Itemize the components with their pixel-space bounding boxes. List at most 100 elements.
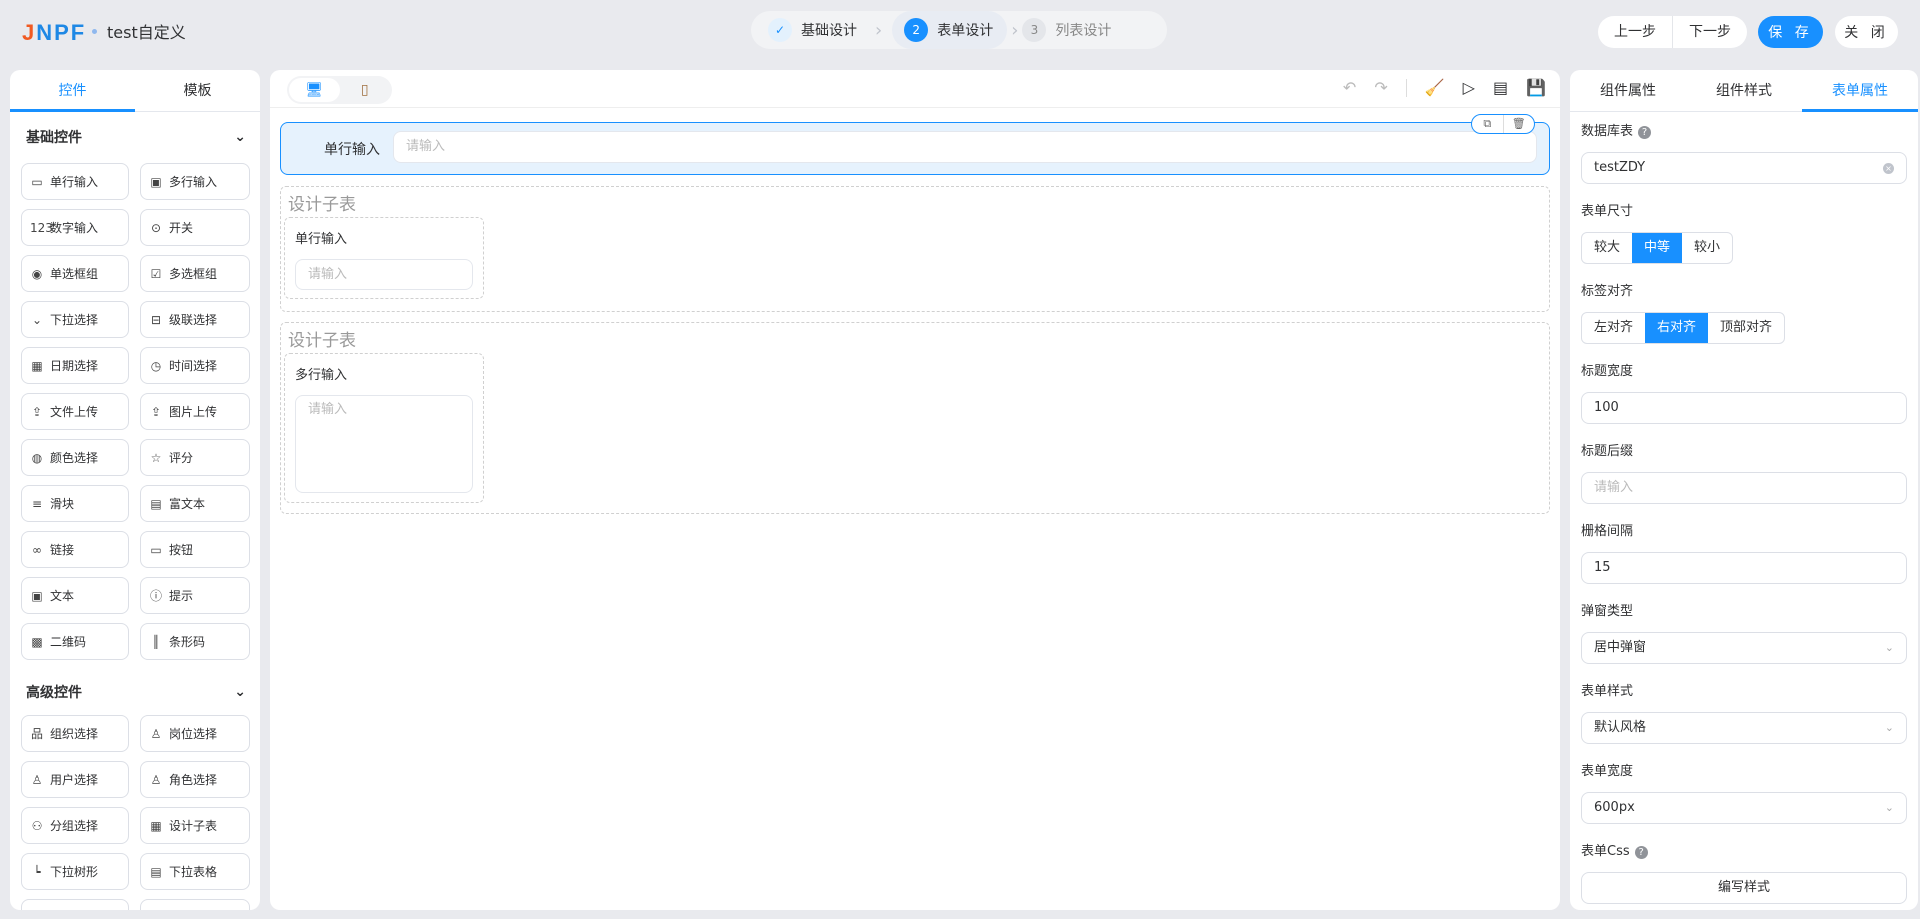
form-style-select[interactable]: 默认风格 ⌄ (1581, 712, 1907, 744)
field-label: 表单Css (1581, 844, 1630, 859)
component-icon: ◉ (31, 266, 43, 281)
component-label: 分组选择 (50, 819, 99, 833)
component-icon: ┕ (33, 864, 41, 879)
text-input[interactable]: 请输入 (295, 259, 473, 290)
component-item[interactable]: ◷ 时间选择 (140, 347, 250, 384)
component-item[interactable]: ▭ 按钮 (140, 531, 250, 568)
delete-icon[interactable]: 🗑 (1502, 115, 1535, 133)
component-label: 颜色选择 (50, 451, 99, 465)
align-right[interactable]: 右对齐 (1645, 313, 1709, 343)
text-input[interactable]: 请输入 (393, 131, 1537, 163)
copy-icon[interactable]: ⧉ (1472, 115, 1503, 133)
gutter-input[interactable]: 15 (1581, 552, 1907, 584)
component-item[interactable]: ▤ 富文本 (140, 485, 250, 522)
component-label: 文本 (50, 589, 75, 603)
component-panel: 控件 模板 基础控件 ⌄ ▭ 单行输入 ▣ 多行输入 123 数字输入 ⊙ 开关 ◉ 单选框组 ☑ 多选… (10, 70, 260, 910)
device-toggle: 🖥 ▯ (287, 76, 392, 104)
tab-component-style[interactable]: 组件样式 (1686, 70, 1802, 111)
separator-dot (92, 29, 97, 34)
component-label: 日期选择 (50, 359, 99, 373)
component-item[interactable]: ▣ 文本 (21, 577, 129, 614)
redo-icon[interactable]: ↷ (1374, 78, 1387, 97)
component-item[interactable]: ⊙ 开关 (140, 209, 250, 246)
size-large[interactable]: 较大 (1582, 233, 1632, 263)
ai-form-icon[interactable]: ▤ (1493, 78, 1508, 97)
save-export-icon[interactable]: 💾 (1526, 78, 1546, 97)
component-item[interactable]: ⊟ 级联选择 (140, 301, 250, 338)
component-item[interactable]: ▦ 设计子表 (140, 807, 250, 844)
component-item[interactable]: ▦ 日期选择 (21, 347, 129, 384)
align-top[interactable]: 顶部对齐 (1708, 313, 1784, 343)
popup-type-select[interactable]: 居中弹窗 ⌄ (1581, 632, 1907, 664)
align-left[interactable]: 左对齐 (1582, 313, 1645, 343)
form-size-group: 较大 中等 较小 (1581, 232, 1734, 264)
component-item[interactable]: ♙ 岗位选择 (140, 715, 250, 752)
advanced-section-header[interactable]: 高级控件 ⌄ (10, 681, 260, 703)
prev-step-button[interactable]: 上一步 (1598, 16, 1672, 48)
label-width-input[interactable]: 100 (1581, 392, 1907, 424)
component-item[interactable]: ☑ 多选框组 (140, 255, 250, 292)
next-step-button[interactable]: 下一步 (1672, 16, 1747, 48)
undo-icon[interactable]: ↶ (1343, 78, 1356, 97)
component-item[interactable]: ⓘ 提示 (140, 577, 250, 614)
subtable-field[interactable]: 多行输入 请输入 (284, 353, 484, 503)
component-item[interactable]: ⚲省市区域 (140, 899, 250, 910)
size-small[interactable]: 较小 (1682, 233, 1732, 263)
component-label: 滑块 (50, 497, 75, 511)
form-width-select[interactable]: 600px ⌄ (1581, 792, 1907, 824)
help-icon[interactable]: ? (1638, 125, 1652, 139)
preview-play-icon[interactable]: ▷ (1463, 78, 1475, 97)
component-label: 下拉选择 (50, 313, 99, 327)
step-list-design[interactable]: 3 列表设计 (1022, 11, 1125, 49)
clear-brush-icon[interactable]: 🧹 (1425, 78, 1445, 97)
basic-section-header[interactable]: 基础控件 ⌄ (10, 126, 260, 148)
component-item[interactable]: ◉ 单选框组 (21, 255, 129, 292)
textarea-input[interactable]: 请输入 (295, 395, 473, 493)
component-item[interactable]: ◍ 颜色选择 (21, 439, 129, 476)
tab-form-props[interactable]: 表单属性 (1802, 70, 1918, 112)
selected-field-row[interactable]: 单行输入 请输入 ⧉ 🗑 (280, 114, 1550, 175)
subtable-field[interactable]: 单行输入 请输入 (284, 217, 484, 299)
step-label: 基础设计 (801, 23, 857, 39)
component-item[interactable]: ⇪ 图片上传 (140, 393, 250, 430)
component-item[interactable]: ⇪ 文件上传 (21, 393, 129, 430)
component-icon: ▦ (31, 358, 43, 373)
component-item[interactable]: 品组织选择 (21, 715, 129, 752)
database-table-input[interactable]: testZDY × (1581, 152, 1907, 184)
close-button[interactable]: 关 闭 (1835, 16, 1898, 48)
component-icon: 123 (30, 220, 53, 235)
save-button[interactable]: 保 存 (1758, 16, 1823, 48)
tab-components[interactable]: 控件 (10, 70, 135, 112)
size-medium[interactable]: 中等 (1632, 233, 1683, 263)
help-icon[interactable]: ? (1634, 845, 1648, 859)
component-item[interactable]: ∞ 链接 (21, 531, 129, 568)
step-label: 列表设计 (1055, 23, 1112, 39)
edit-css-button[interactable]: 编写样式 (1581, 872, 1907, 904)
component-item[interactable]: ▣弹窗选择 (21, 899, 129, 910)
component-item[interactable]: 123 数字输入 (21, 209, 129, 246)
component-item[interactable]: ║ 条形码 (140, 623, 250, 660)
subtable[interactable]: 设计子表 多行输入 请输入 (280, 322, 1550, 514)
component-item[interactable]: ♙ 角色选择 (140, 761, 250, 798)
desktop-icon[interactable]: 🖥 (289, 78, 340, 102)
component-item[interactable]: ⌄ 下拉选择 (21, 301, 129, 338)
component-item[interactable]: ▣ 多行输入 (140, 163, 250, 200)
component-item[interactable]: ☆ 评分 (140, 439, 250, 476)
component-item[interactable]: ♙ 用户选择 (21, 761, 129, 798)
component-item[interactable]: ▭ 单行输入 (21, 163, 129, 200)
tab-templates[interactable]: 模板 (135, 70, 260, 111)
mobile-icon[interactable]: ▯ (340, 78, 391, 102)
step-basic-design[interactable]: ✓ 基础设计 (768, 11, 871, 49)
subtable[interactable]: 设计子表 单行输入 请输入 (280, 186, 1550, 312)
step-form-design[interactable]: 2 表单设计 (892, 11, 1008, 49)
component-item[interactable]: ≡ 滑块 (21, 485, 129, 522)
component-item[interactable]: ┕ 下拉树形 (21, 853, 129, 890)
component-item[interactable]: ▤ 下拉表格 (140, 853, 250, 890)
component-item[interactable]: ⚇ 分组选择 (21, 807, 129, 844)
tab-component-props[interactable]: 组件属性 (1570, 70, 1686, 111)
component-label: 设计子表 (169, 819, 218, 833)
clear-icon[interactable]: × (1883, 162, 1894, 174)
component-item[interactable]: ▩ 二维码 (21, 623, 129, 660)
component-icon: ☆ (150, 450, 162, 465)
label-suffix-input[interactable]: 请输入 (1581, 472, 1907, 504)
